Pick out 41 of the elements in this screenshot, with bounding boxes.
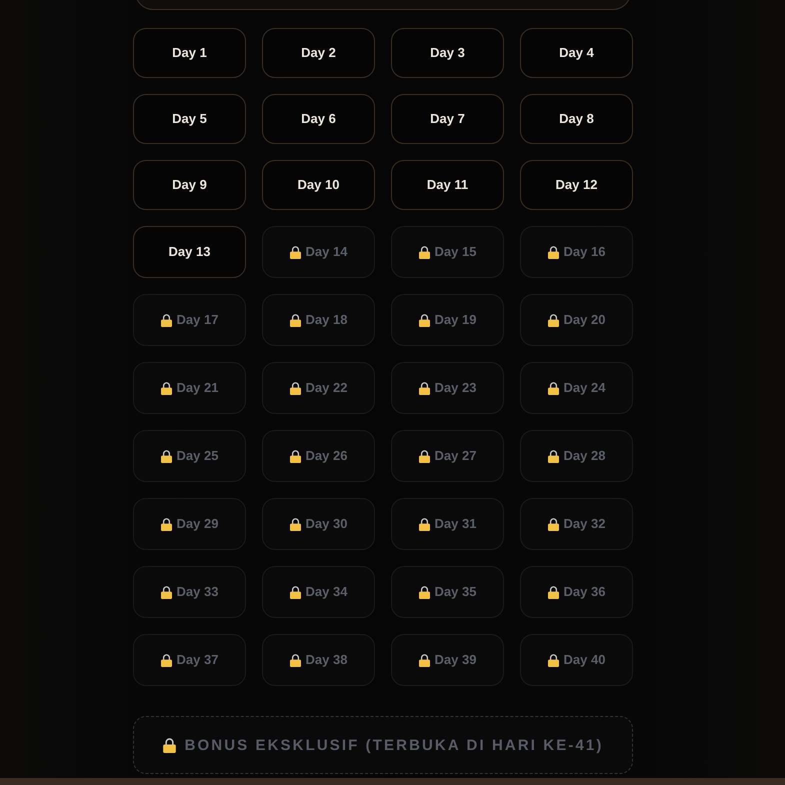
day-button[interactable]: Day 12 bbox=[520, 160, 633, 210]
padlock-icon bbox=[548, 382, 559, 394]
day-button[interactable]: Day 4 bbox=[520, 28, 633, 78]
padlock-icon bbox=[160, 654, 172, 666]
day-button[interactable]: Day 7 bbox=[391, 94, 504, 144]
padlock-icon bbox=[290, 246, 301, 258]
padlock-icon bbox=[290, 314, 301, 326]
padlock-icon bbox=[548, 450, 559, 462]
day-button[interactable]: Day 13 bbox=[133, 226, 246, 278]
padlock-icon bbox=[548, 246, 559, 258]
padlock-icon bbox=[160, 382, 172, 394]
padlock-icon bbox=[548, 654, 559, 666]
day-button[interactable]: Day 2 bbox=[262, 28, 375, 78]
day-button[interactable]: Day 9 bbox=[133, 160, 246, 210]
day-button[interactable]: Day 8 bbox=[520, 94, 633, 144]
padlock-icon bbox=[290, 518, 301, 530]
padlock-icon bbox=[160, 586, 172, 598]
day-button[interactable]: Day 3 bbox=[391, 28, 504, 78]
day-button[interactable]: Day 5 bbox=[133, 94, 246, 144]
padlock-icon bbox=[290, 586, 301, 598]
padlock-icon bbox=[418, 246, 430, 258]
padlock-icon bbox=[290, 654, 301, 666]
padlock-icon bbox=[160, 518, 172, 530]
padlock-icon bbox=[418, 654, 430, 666]
padlock-icon bbox=[418, 382, 430, 394]
padlock-icon bbox=[548, 518, 559, 530]
padlock-icon bbox=[548, 314, 559, 326]
day-button[interactable]: Day 1 bbox=[133, 28, 246, 78]
padlock-icon bbox=[162, 738, 176, 752]
padlock-icon bbox=[418, 518, 430, 530]
padlock-icon bbox=[290, 382, 301, 394]
padlock-icon bbox=[418, 586, 430, 598]
padlock-icon bbox=[418, 314, 430, 326]
padlock-icon bbox=[548, 586, 559, 598]
padlock-icon bbox=[290, 450, 301, 462]
day-button[interactable]: Day 10 bbox=[262, 160, 375, 210]
day-button[interactable]: Day 6 bbox=[262, 94, 375, 144]
padlock-icon bbox=[160, 450, 172, 462]
padlock-icon bbox=[160, 314, 172, 326]
padlock-icon bbox=[418, 450, 430, 462]
day-button[interactable]: Day 11 bbox=[391, 160, 504, 210]
